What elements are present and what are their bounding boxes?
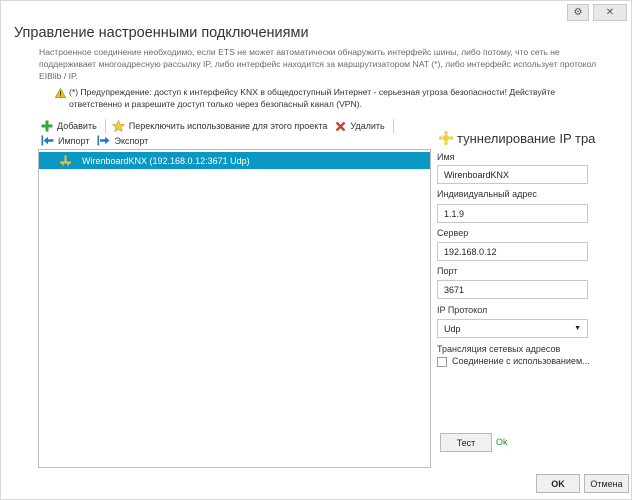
ok-button-label: OK — [551, 478, 565, 489]
nat-checkbox-label[interactable]: Соединение с использованием... — [452, 356, 590, 366]
cancel-button-label: Отмена — [590, 478, 623, 489]
add-button[interactable]: Добавить — [41, 120, 97, 132]
main-toolbar: Добавить Переключить использование для э… — [41, 119, 400, 133]
connection-list-item[interactable]: WirenboardKNX (192.168.0.12:3671 Udp) — [39, 152, 430, 169]
test-button-label: Тест — [456, 437, 476, 448]
ip-protocol-value: Udp — [444, 323, 461, 334]
dialog-title: Управление настроенными подключениями — [14, 25, 309, 41]
export-icon — [97, 135, 110, 146]
server-field[interactable]: 192.168.0.12 — [437, 242, 588, 261]
tunneling-icon — [439, 131, 453, 145]
toolbar-separator — [392, 119, 394, 133]
settings-button[interactable]: ⚙ — [567, 4, 589, 21]
name-field[interactable]: WirenboardKNX — [437, 165, 588, 184]
dialog-description: Настроенное соединение необходимо, если … — [39, 47, 597, 81]
delete-button-label: Удалить — [350, 121, 385, 131]
plus-icon — [41, 120, 53, 132]
connection-list[interactable]: WirenboardKNX (192.168.0.12:3671 Udp) — [38, 149, 431, 468]
test-status: Ok — [496, 437, 508, 447]
import-icon — [41, 135, 54, 146]
connections-dialog: ⚙ ✕ Управление настроенными подключениям… — [0, 0, 632, 500]
cancel-button[interactable]: Отмена — [584, 474, 629, 493]
individual-address-label: Индивидуальный адрес — [437, 189, 537, 199]
name-label: Имя — [437, 152, 455, 162]
connection-label: WirenboardKNX (192.168.0.12:3671 Udp) — [82, 155, 250, 166]
ok-button[interactable]: OK — [536, 474, 580, 493]
delete-button[interactable]: Удалить — [335, 121, 385, 132]
import-button-label: Импорт — [58, 135, 90, 146]
ip-protocol-select[interactable]: Udp ▼ — [437, 319, 588, 338]
import-button[interactable]: Импорт — [41, 135, 89, 146]
test-button[interactable]: Тест — [440, 433, 492, 452]
port-label: Порт — [437, 266, 458, 276]
export-button-label: Экспорт — [114, 135, 149, 146]
chevron-down-icon: ▼ — [574, 325, 581, 332]
switch-usage-label: Переключить использование для этого прое… — [128, 121, 328, 131]
switch-usage-button[interactable]: Переключить использование для этого прое… — [111, 120, 328, 132]
network-connection-icon — [60, 155, 71, 166]
toolbar-separator — [104, 119, 106, 133]
gear-icon: ⚙ — [573, 7, 583, 18]
details-section-title: туннелирование IP тра — [457, 131, 596, 146]
warning-text: (*) Предупреждение: доступ к интерфейсу … — [69, 87, 556, 109]
delete-x-icon — [336, 121, 346, 131]
individual-address-field[interactable]: 1.1.9 — [437, 204, 588, 223]
close-icon: ✕ — [605, 7, 615, 18]
port-field[interactable]: 3671 — [437, 280, 588, 299]
star-icon — [111, 120, 125, 132]
nat-checkbox[interactable] — [437, 357, 447, 367]
export-button[interactable]: Экспорт — [97, 135, 148, 146]
import-export-toolbar: Импорт Экспорт — [41, 135, 156, 146]
server-label: Сервер — [437, 228, 469, 238]
add-button-label: Добавить — [57, 121, 97, 131]
close-button[interactable]: ✕ — [593, 4, 627, 21]
nat-label: Трансляция сетевых адресов — [437, 344, 561, 354]
ip-protocol-label: IP Протокол — [437, 305, 488, 315]
